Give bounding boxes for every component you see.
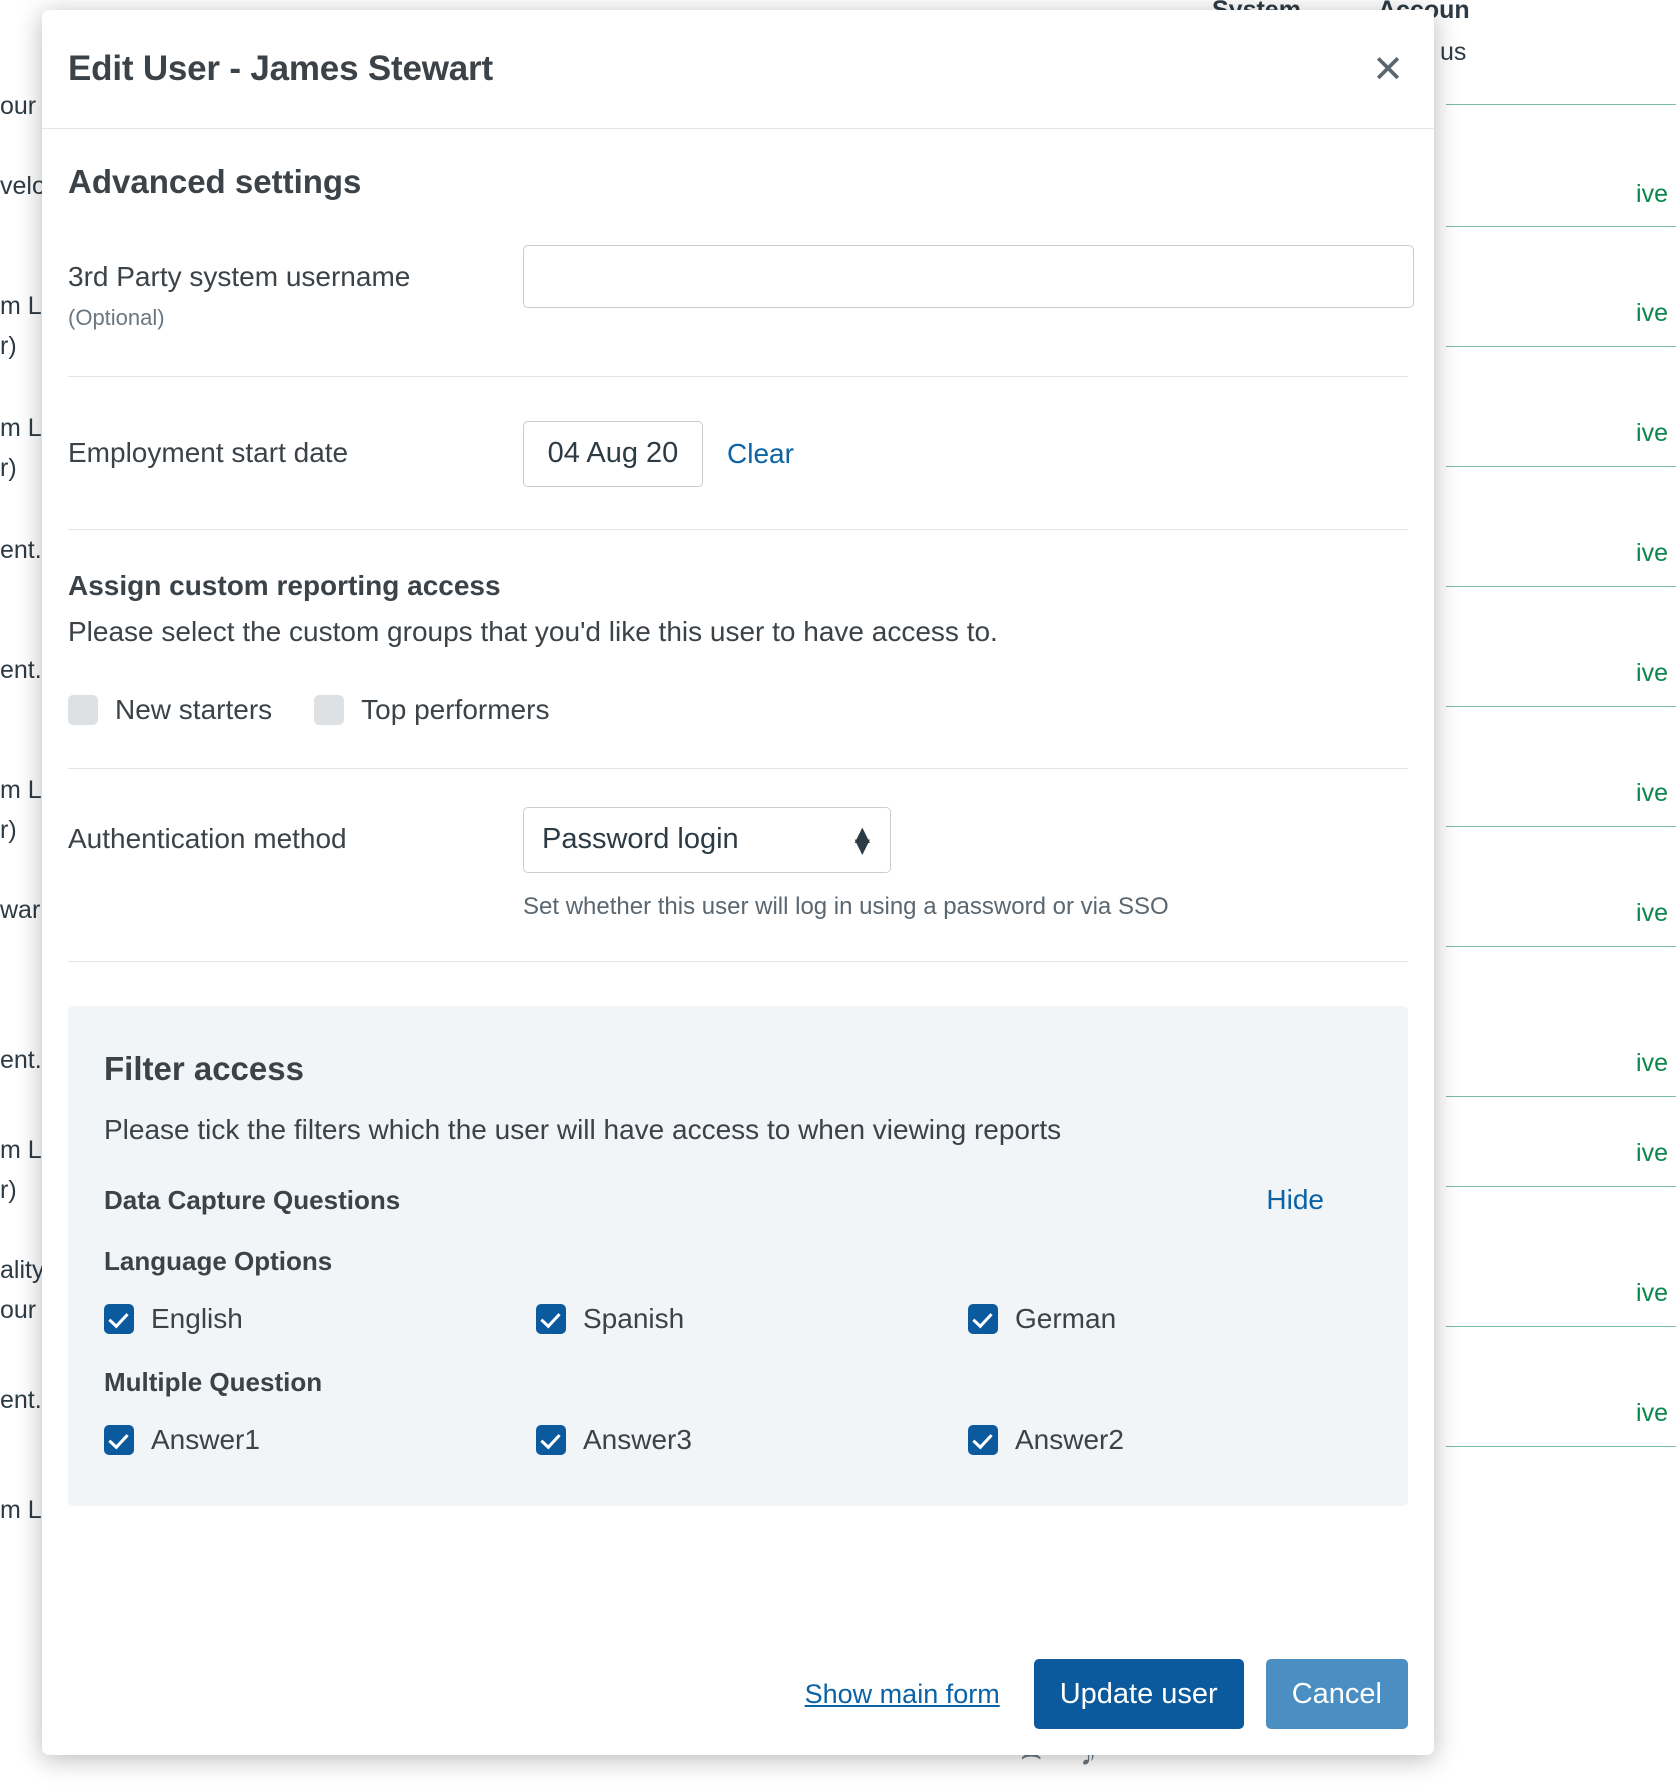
show-main-form-link[interactable]: Show main form [805,1679,1000,1710]
filter-access-panel: Filter access Please tick the filters wh… [68,1005,1408,1506]
data-capture-questions-heading: Data Capture Questions [104,1184,401,1215]
checkbox-german[interactable]: German [968,1303,1372,1335]
checkbox-checked-icon[interactable] [104,1303,134,1334]
multiple-question-heading: Multiple Question [104,1366,323,1397]
modal-header: Edit User - James Stewart ✕ [42,10,1434,129]
employment-start-date-field[interactable]: 04 Aug 20 [523,420,703,487]
checkbox-label: Answer1 [151,1423,260,1455]
data-capture-questions-row: Data Capture Questions Hide [104,1184,1372,1216]
authentication-method-row: Authentication method Password login ▲ ▼… [68,806,1408,921]
checkbox-label: Spanish [583,1302,685,1334]
divider [68,528,1408,530]
divider [68,375,1408,377]
reporting-access-description: Please select the custom groups that you… [68,615,998,647]
divider [68,960,1408,962]
checkbox-label: German [1015,1302,1117,1334]
modal-footer: Show main form Update user Cancel [42,1659,1434,1755]
checkbox-answer3[interactable]: Answer3 [536,1424,968,1456]
checkbox-checked-icon[interactable] [536,1424,566,1455]
language-options-grid: English Spanish German [104,1303,1372,1335]
checkbox-label: New starters [115,693,273,725]
reporting-access-title: Assign custom reporting access [68,569,501,601]
checkbox-label: Answer3 [583,1423,692,1455]
third-party-username-label-text: 3rd Party system username [68,261,411,292]
cancel-button[interactable]: Cancel [1265,1659,1408,1729]
checkbox-spanish[interactable]: Spanish [536,1303,968,1335]
third-party-username-optional: (Optional) [68,305,165,330]
advanced-settings-heading: Advanced settings [68,163,362,200]
clear-date-link[interactable]: Clear [727,438,794,470]
checkbox-checked-icon[interactable] [536,1303,566,1334]
checkbox-label: English [151,1302,243,1334]
checkbox-label: Top performers [361,693,550,725]
checkbox-answer1[interactable]: Answer1 [104,1424,536,1456]
divider [68,767,1408,769]
third-party-username-label: 3rd Party system username (Optional) [68,245,523,332]
authentication-method-value: Password login [542,823,739,855]
modal-overlay: Edit User - James Stewart ✕ Advanced set… [0,0,1676,1790]
employment-start-date-label: Employment start date [68,436,349,468]
checkbox-checked-icon[interactable] [968,1424,998,1455]
reporting-access-section: Assign custom reporting access Please se… [68,570,1408,726]
third-party-username-row: 3rd Party system username (Optional) [68,245,1414,332]
checkbox-new-starters[interactable]: New starters [68,694,272,726]
update-user-button[interactable]: Update user [1033,1659,1244,1729]
authentication-method-hint: Set whether this user will log in using … [523,892,1169,920]
hide-link[interactable]: Hide [1266,1184,1324,1216]
reporting-access-options: New starters Top performers [68,694,1408,726]
third-party-username-input[interactable] [523,245,1414,308]
checkbox-top-performers[interactable]: Top performers [314,694,549,726]
authentication-method-label: Authentication method [68,822,347,854]
page-title: Edit User - James Stewart [68,49,493,88]
chevron-updown-icon[interactable]: ▲ ▼ [854,823,870,858]
checkbox-answer2[interactable]: Answer2 [968,1424,1372,1456]
checkbox-checked-icon[interactable] [968,1303,998,1334]
employment-start-date-control: 04 Aug 20 Clear [523,420,1408,487]
filter-access-title: Filter access [104,1049,304,1087]
close-icon[interactable]: ✕ [1372,50,1404,88]
checkbox-checked-icon[interactable] [104,1424,134,1455]
checkbox-icon[interactable] [314,694,345,725]
authentication-method-select[interactable]: Password login ▲ ▼ [523,806,891,873]
edit-user-modal: Edit User - James Stewart ✕ Advanced set… [42,10,1434,1755]
employment-start-date-row: Employment start date 04 Aug 20 Clear [68,420,1408,487]
modal-body: Advanced settings 3rd Party system usern… [42,129,1434,1659]
chevron-down-icon: ▼ [854,833,870,858]
checkbox-icon[interactable] [68,694,98,725]
language-options-heading: Language Options [104,1245,333,1276]
checkbox-english[interactable]: English [104,1303,536,1335]
authentication-method-control: Password login ▲ ▼ Set whether this user… [523,806,1408,921]
third-party-username-control [523,245,1414,308]
multiple-question-grid: Answer1 Answer3 Answer2 [104,1424,1372,1456]
filter-access-description: Please tick the filters which the user w… [104,1113,1062,1145]
checkbox-label: Answer2 [1015,1423,1124,1455]
